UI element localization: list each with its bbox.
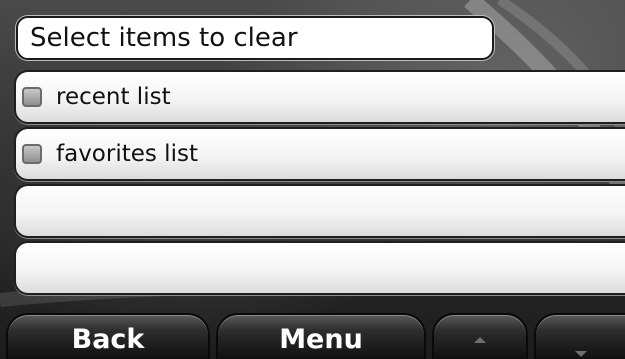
list-item-recent-list[interactable]: recent list <box>14 70 625 124</box>
favorites-list-checkbox[interactable] <box>22 144 42 164</box>
arrow-down-icon <box>574 351 587 357</box>
arrow-up-icon <box>474 337 486 343</box>
menu-button[interactable]: Menu <box>216 313 426 359</box>
list-item-label: favorites list <box>56 141 198 167</box>
back-button[interactable]: Back <box>6 313 210 359</box>
list-item-empty <box>14 241 625 295</box>
item-list: recent list favorites list <box>14 70 625 298</box>
scroll-down-button[interactable] <box>534 313 625 359</box>
list-item-empty <box>14 184 625 238</box>
list-item-favorites-list[interactable]: favorites list <box>14 127 625 181</box>
list-item-label: recent list <box>56 84 171 110</box>
bottom-toolbar: Back Menu <box>0 313 625 359</box>
clear-items-screen: Select items to clear recent list favori… <box>0 0 625 359</box>
scroll-up-button[interactable] <box>432 313 528 359</box>
page-title: Select items to clear <box>16 16 494 60</box>
recent-list-checkbox[interactable] <box>22 87 42 107</box>
